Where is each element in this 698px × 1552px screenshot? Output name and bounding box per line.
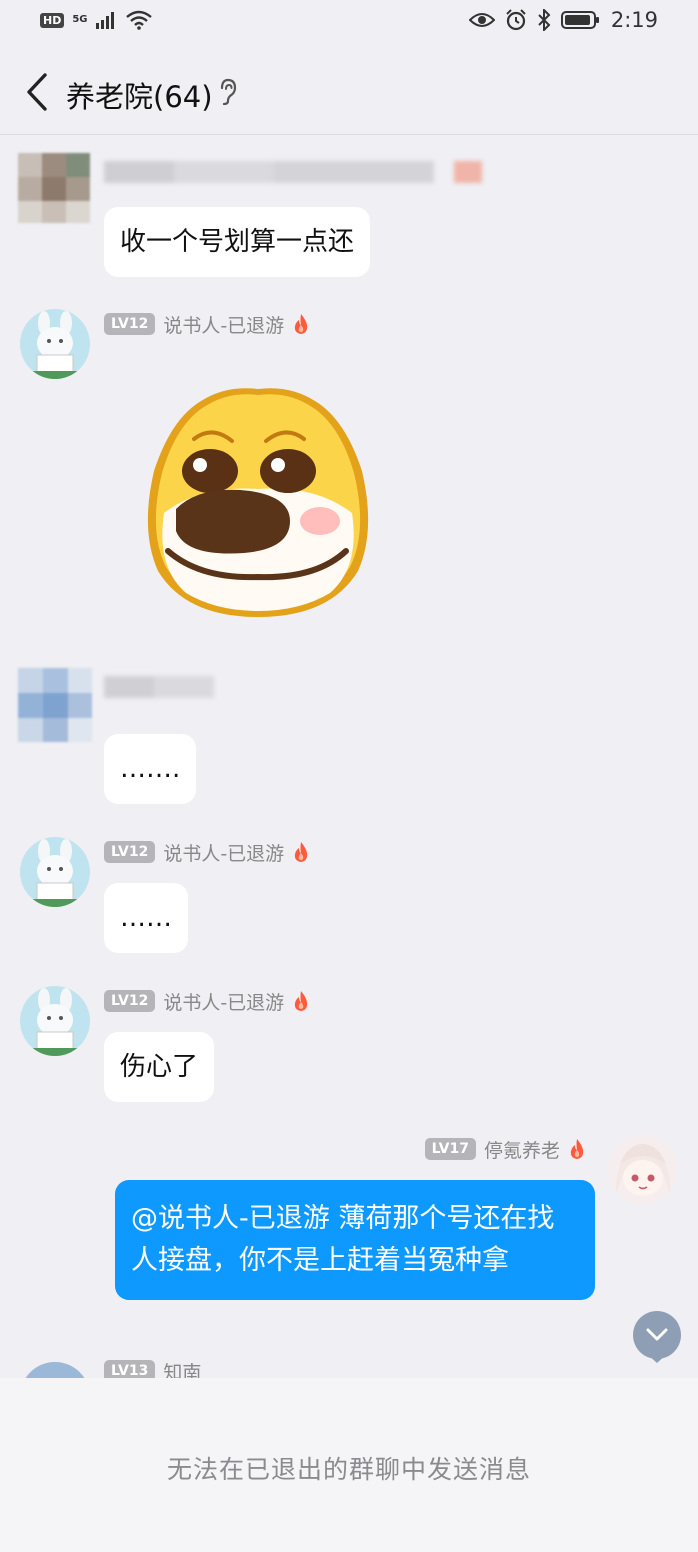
message-4: LV12 说书人-已退游 …… (0, 833, 698, 963)
level-badge: LV17 (424, 1138, 476, 1160)
message-bubble[interactable]: 伤心了 (104, 1032, 215, 1102)
blurred-sender-name (104, 672, 224, 702)
sender-name[interactable]: 说书人-已退游 (163, 988, 284, 1015)
message-bubble[interactable]: 收一个号划算一点还 (104, 207, 371, 277)
ear-icon[interactable] (218, 78, 238, 106)
status-right: 2:19 (468, 8, 658, 32)
message-1: 收一个号划算一点还 (0, 145, 520, 285)
clock: 2:19 (610, 8, 658, 32)
message-3: ……. (0, 660, 520, 810)
network-type: 5G (72, 14, 88, 25)
sender-row: LV17 停氪养老 (424, 1134, 586, 1164)
hd-badge-icon: HD (40, 12, 65, 28)
level-badge: LV12 (104, 313, 156, 335)
flame-icon (570, 1139, 584, 1159)
blurred-avatar (18, 153, 92, 223)
level-badge: LV13 (104, 1360, 156, 1378)
flame-icon (295, 991, 308, 1011)
eye-icon (468, 13, 495, 27)
white-rabbit-avatar[interactable] (20, 309, 90, 379)
blurred-avatar (18, 668, 92, 742)
chat-title[interactable]: 养老院(64) (66, 74, 213, 116)
outgoing-message-bubble[interactable]: @说书人-已退游 薄荷那个号还在找人接盘，你不是上赶着当冤种拿 (115, 1180, 595, 1300)
avatar[interactable] (20, 1362, 90, 1378)
message-bubble[interactable]: ……. (104, 734, 197, 804)
chevron-left-icon (27, 73, 47, 111)
flame-icon (295, 314, 308, 334)
sender-row: LV13 知南 (104, 1356, 201, 1378)
message-5: LV12 说书人-已退游 伤心了 (0, 982, 698, 1112)
message-bubble[interactable]: …… (104, 883, 188, 953)
sender-row: LV12 说书人-已退游 (104, 837, 310, 867)
scroll-button-tail (647, 1354, 667, 1363)
battery-icon (560, 11, 599, 29)
message-2: LV12 说书人-已退游 (0, 305, 698, 635)
flame-icon (295, 842, 308, 862)
sender-name[interactable]: 停氪养老 (484, 1136, 560, 1163)
sender-name[interactable]: 知南 (163, 1358, 201, 1379)
dog-face-sticker[interactable] (140, 381, 376, 621)
bluetooth-icon (538, 9, 551, 31)
alarm-icon (506, 9, 526, 31)
wifi-icon (125, 10, 152, 30)
blurred-sender-name (104, 157, 504, 187)
level-badge: LV12 (104, 841, 156, 863)
sender-row: LV12 说书人-已退游 (104, 986, 310, 1016)
disabled-input-notice: 无法在已退出的群聊中发送消息 (166, 1455, 531, 1484)
white-rabbit-avatar[interactable] (20, 837, 90, 907)
sender-name[interactable]: 说书人-已退游 (163, 311, 284, 338)
sender-row: LV12 说书人-已退游 (104, 309, 310, 339)
white-rabbit-avatar[interactable] (20, 986, 90, 1056)
status-left: HD 5G (40, 10, 152, 30)
level-badge: LV12 (104, 990, 156, 1012)
anime-girl-avatar[interactable] (608, 1134, 678, 1204)
message-7: LV13 知南 (0, 1356, 698, 1378)
title-bar: 养老院(64) (0, 48, 698, 135)
scroll-to-bottom-button[interactable] (633, 1311, 681, 1359)
chevron-down-icon (646, 1328, 668, 1341)
back-button[interactable] (20, 70, 54, 114)
signal-icon (95, 12, 114, 29)
message-6: LV17 停氪养老 @说书人-已退游 薄荷那个号还在找人接盘，你不是上赶着当冤种… (0, 1130, 698, 1340)
sender-name[interactable]: 说书人-已退游 (163, 839, 284, 866)
status-bar: HD 5G 2:19 (0, 0, 698, 48)
